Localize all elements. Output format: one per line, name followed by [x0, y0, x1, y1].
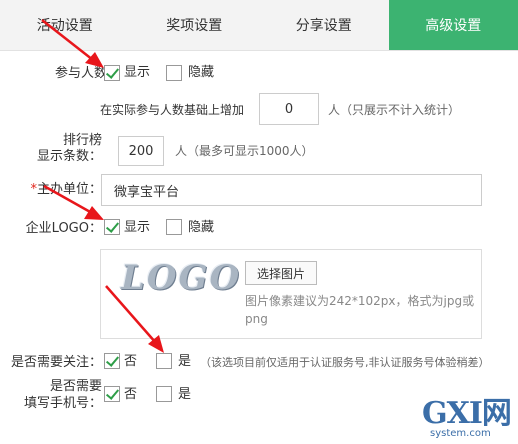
participants-hide-label: 隐藏 — [188, 65, 215, 80]
follow-yes-checkbox[interactable] — [156, 353, 172, 369]
tab-bar: 活动设置 奖项设置 分享设置 高级设置 — [0, 0, 518, 51]
logo-hide-label: 隐藏 — [188, 220, 215, 235]
logo-show-label: 显示 — [124, 220, 151, 235]
follow-no-checkbox[interactable] — [104, 353, 120, 369]
tab-share-settings[interactable]: 分享设置 — [259, 0, 389, 50]
add-participants-input[interactable]: 0 — [259, 93, 319, 125]
logo-preview-image: LOGO — [121, 258, 242, 298]
follow-label: 是否需要关注： — [10, 355, 102, 370]
organizer-label: *主办单位： — [10, 181, 102, 198]
watermark-site: system.com — [430, 428, 491, 439]
ranking-label-line2: 显示条数： — [36, 149, 102, 164]
organizer-input[interactable]: 微享宝平台 — [101, 174, 482, 206]
participants-hide-checkbox[interactable] — [166, 65, 182, 81]
logo-show-checkbox[interactable] — [104, 219, 120, 235]
watermark-brand: GXI网 — [422, 396, 512, 431]
phone-yes-label: 是 — [178, 387, 192, 402]
logo-upload-panel: LOGO 选择图片 图片像素建议为242*102px，格式为jpg或png — [100, 249, 482, 339]
phone-no-checkbox[interactable] — [104, 386, 120, 402]
follow-hint: （该选项目前仅适用于认证服务号,非认证服务号体验稍差） — [200, 356, 490, 369]
organizer-label-text: 主办单位： — [36, 182, 102, 197]
logo-label: 企业LOGO： — [25, 221, 102, 236]
tab-prize-settings[interactable]: 奖项设置 — [130, 0, 260, 50]
logo-size-hint: 图片像素建议为242*102px，格式为jpg或png — [245, 294, 475, 326]
tab-advanced-settings[interactable]: 高级设置 — [388, 0, 518, 50]
ranking-label-line1: 排行榜 — [62, 133, 102, 148]
tab-activity-settings[interactable]: 活动设置 — [0, 0, 130, 50]
phone-label-line1: 是否需要 — [49, 379, 102, 394]
logo-hide-checkbox[interactable] — [166, 219, 182, 235]
follow-no-label: 否 — [124, 354, 138, 369]
phone-no-label: 否 — [124, 387, 138, 402]
follow-yes-label: 是 — [178, 354, 192, 369]
add-participants-label: 在实际参与人数基础上增加 — [100, 103, 245, 117]
add-participants-unit: 人（只展示不计入统计） — [328, 103, 461, 117]
site-watermark: GXI网 system.com — [420, 398, 518, 444]
ranking-unit: 人（最多可显示1000人） — [175, 144, 314, 158]
participants-show-checkbox[interactable] — [104, 65, 120, 81]
ranking-count-input[interactable]: 200 — [118, 136, 164, 166]
participants-show-label: 显示 — [124, 65, 151, 80]
phone-label-line2: 填写手机号： — [23, 396, 102, 411]
select-image-button[interactable]: 选择图片 — [245, 261, 317, 285]
phone-yes-checkbox[interactable] — [156, 386, 172, 402]
